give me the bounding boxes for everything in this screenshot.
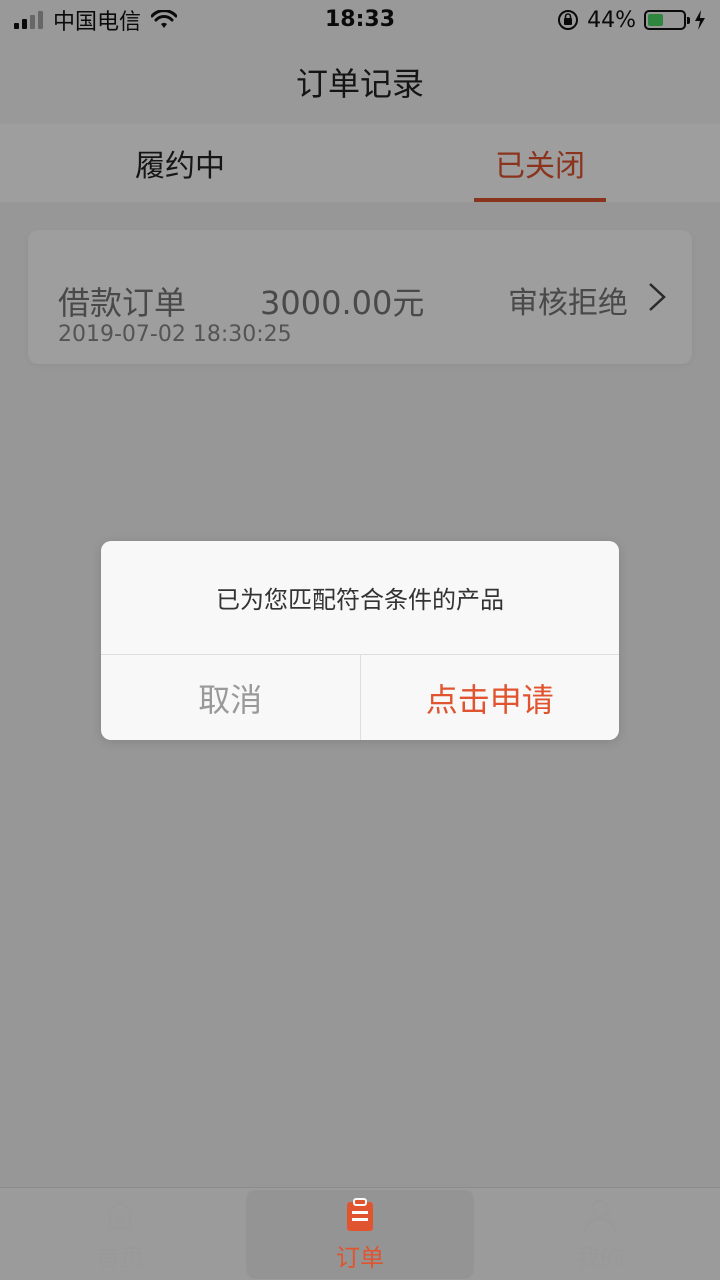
app-screen: 中国电信 18:33 44% 订单记录 履约中 已关闭 借款订单 3000.00…	[0, 0, 720, 1280]
bottom-nav: 首页 订单 我的	[0, 1187, 720, 1280]
nav-label: 我的	[576, 1244, 624, 1272]
user-icon	[583, 1199, 617, 1233]
apply-button[interactable]: 点击申请	[361, 655, 620, 740]
nav-label: 首页	[96, 1244, 144, 1272]
nav-label: 订单	[336, 1244, 384, 1272]
match-dialog: 已为您匹配符合条件的产品 取消 点击申请	[101, 541, 619, 740]
cancel-button[interactable]: 取消	[101, 655, 361, 740]
dialog-actions: 取消 点击申请	[101, 655, 619, 740]
dialog-message: 已为您匹配符合条件的产品	[101, 541, 619, 655]
clipboard-icon	[347, 1198, 373, 1231]
home-icon	[105, 1200, 135, 1230]
